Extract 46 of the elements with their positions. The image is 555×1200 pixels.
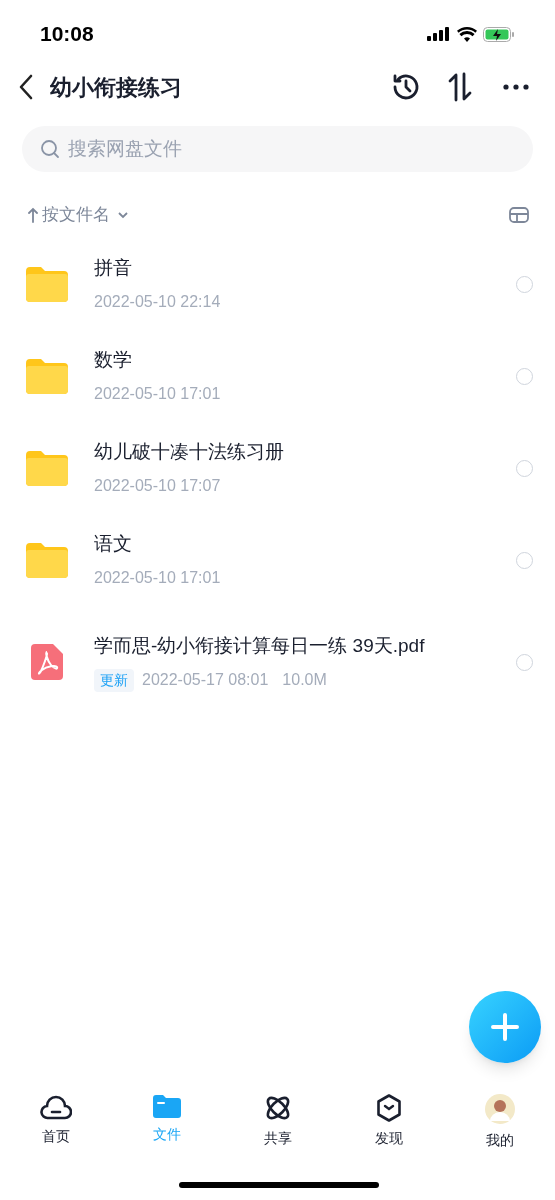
file-name: 语文 [94, 531, 133, 556]
folder-icon [26, 266, 68, 302]
file-date: 2022-05-17 08:01 [142, 670, 269, 691]
folder-icon [26, 542, 68, 578]
file-date: 2022-05-10 17:07 [94, 476, 221, 497]
avatar-icon [484, 1094, 515, 1124]
sort-icon[interactable] [447, 72, 473, 102]
file-row[interactable]: 拼音 2022-05-10 22:14 [0, 238, 555, 330]
file-date: 2022-05-10 17:01 [94, 568, 221, 589]
file-name: 学而思-幼小衔接计算每日一练 39天.pdf [94, 633, 426, 658]
chevron-down-icon [118, 211, 128, 219]
history-icon[interactable] [391, 72, 421, 102]
more-icon[interactable] [503, 84, 529, 90]
page-title: 幼小衔接练习 [50, 73, 182, 102]
signal-icon [427, 27, 451, 41]
file-row[interactable]: 数学 2022-05-10 17:01 [0, 330, 555, 422]
tab-bar-item[interactable]: 发现 [358, 1094, 419, 1151]
folder-icon [26, 358, 68, 394]
file-name: 拼音 [94, 255, 133, 280]
folder-icon [26, 450, 68, 486]
view-toggle-icon[interactable] [509, 207, 529, 223]
add-button[interactable] [469, 991, 541, 1063]
folder-icon [152, 1094, 181, 1118]
tab-bar-item[interactable]: 首页 [25, 1094, 86, 1151]
tab-bar-item[interactable]: 我的 [469, 1094, 530, 1151]
tab-bar-item[interactable]: 共享 [247, 1094, 308, 1151]
wifi-icon [457, 26, 477, 42]
file-row[interactable]: 幼儿破十凑十法练习册 2022-05-10 17:07 [0, 422, 555, 514]
pdf-file-icon [31, 644, 63, 680]
cloud-icon [39, 1094, 72, 1120]
back-icon[interactable] [18, 74, 34, 100]
file-name: 数学 [94, 347, 133, 372]
update-badge: 更新 [94, 668, 134, 692]
file-row[interactable]: 学而思-幼小衔接计算每日一练 39天.pdf 更新 2022-05-17 08:01 10.0M [0, 610, 555, 714]
file-row[interactable]: 语文 2022-05-10 17:01 [0, 514, 555, 606]
hexagon-icon [375, 1094, 402, 1122]
search-field[interactable]: 搜索网盘文件 [22, 126, 533, 172]
sort-dropdown[interactable]: 按文件名 [28, 202, 128, 228]
plus-icon [491, 1013, 519, 1041]
arrow-up-icon [28, 207, 38, 223]
status-time: 10:08 [40, 21, 94, 48]
battery-icon [483, 26, 515, 42]
file-date: 2022-05-10 17:01 [94, 384, 221, 405]
file-size: 10.0M [282, 670, 327, 691]
file-name: 幼儿破十凑十法练习册 [94, 439, 285, 464]
file-date: 2022-05-10 22:14 [94, 292, 221, 313]
